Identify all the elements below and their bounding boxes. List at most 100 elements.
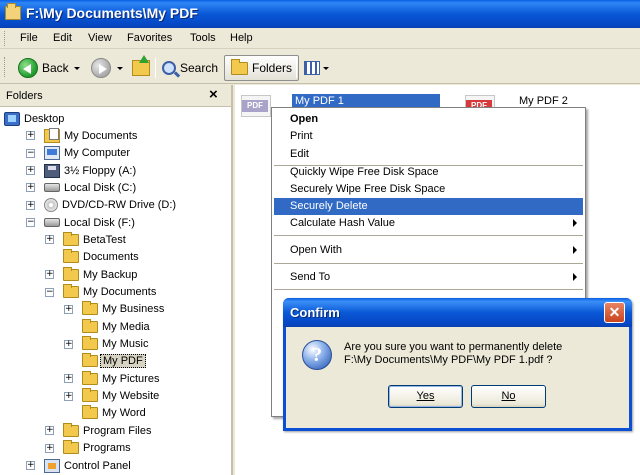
menu-view[interactable]: View	[88, 32, 112, 44]
expand-toggle[interactable]: +	[26, 461, 35, 470]
tree-item[interactable]: BetaTest	[63, 231, 126, 248]
pdf-file-icon[interactable]: PDF	[241, 95, 271, 117]
window-title: F:\My Documents\My PDF	[26, 5, 198, 21]
tree-item-label: Program Files	[83, 424, 152, 437]
tree-item-label: BetaTest	[83, 233, 126, 246]
tree-item[interactable]: Control Panel	[44, 457, 131, 474]
expand-toggle[interactable]: +	[26, 166, 35, 176]
confirm-dialog: Confirm ✕ ? Are you sure you want to per…	[283, 298, 632, 431]
expand-toggle[interactable]: +	[64, 391, 73, 401]
toolbar-grip[interactable]	[4, 31, 7, 46]
folder-icon	[63, 422, 79, 437]
menu-item-securely-delete[interactable]: Securely Delete	[274, 198, 583, 215]
chevron-down-icon[interactable]	[117, 66, 123, 70]
menu-item-open-with[interactable]: Open With	[274, 242, 583, 259]
expand-toggle[interactable]: +	[64, 374, 73, 384]
menu-item-quick-wipe[interactable]: Quickly Wipe Free Disk Space	[274, 164, 583, 181]
control-panel-icon	[44, 458, 60, 473]
chevron-down-icon[interactable]	[73, 66, 80, 70]
tree-item[interactable]: 3½ Floppy (A:)	[44, 162, 136, 179]
menu-edit[interactable]: Edit	[53, 32, 72, 44]
search-button[interactable]: Search	[162, 56, 218, 80]
menu-tools[interactable]: Tools	[190, 32, 216, 44]
forward-button[interactable]	[91, 56, 123, 80]
expand-toggle[interactable]: +	[45, 270, 54, 280]
expand-toggle[interactable]: +	[45, 426, 54, 436]
tree-item-label: My Media	[102, 320, 150, 333]
menu-item-label: Calculate Hash Value	[290, 217, 395, 229]
expand-toggle[interactable]: +	[26, 200, 35, 210]
folder-icon	[82, 388, 98, 403]
up-folder-button[interactable]	[132, 55, 150, 80]
chevron-down-icon[interactable]	[323, 66, 329, 70]
folder-icon	[231, 58, 248, 75]
tree-item[interactable]: My Word	[82, 405, 146, 422]
views-button[interactable]	[304, 56, 329, 80]
up-folder-icon	[132, 55, 150, 76]
menu-item-secure-wipe[interactable]: Securely Wipe Free Disk Space	[274, 181, 583, 198]
menu-item-label: Open With	[290, 244, 342, 256]
menu-item-send-to[interactable]: Send To	[274, 269, 583, 286]
folder-icon	[82, 336, 98, 351]
menu-item-edit[interactable]: Edit	[274, 146, 583, 163]
menu-file[interactable]: File	[20, 32, 38, 44]
file-name[interactable]: My PDF 2	[516, 94, 571, 108]
tree-item[interactable]: Desktop	[4, 110, 64, 127]
tree-item[interactable]: Local Disk (C:)	[44, 179, 136, 196]
menu-item-label: Securely Delete	[290, 200, 368, 212]
menu-item-print[interactable]: Print	[274, 128, 583, 145]
tree-item-label: My Documents	[83, 286, 157, 298]
menu-item-hash[interactable]: Calculate Hash Value	[274, 215, 583, 232]
collapse-toggle[interactable]: −	[26, 218, 35, 228]
tree-item[interactable]: Programs	[63, 440, 131, 457]
tree-item[interactable]: My Website	[82, 388, 159, 405]
close-icon[interactable]: ×	[209, 86, 218, 103]
tree-item[interactable]: Program Files	[63, 422, 151, 439]
folder-icon	[63, 440, 79, 455]
tree-item-label: My PDF	[100, 354, 146, 369]
search-icon	[162, 61, 176, 75]
tree-item-label: Programs	[83, 442, 131, 455]
submenu-arrow-icon	[573, 273, 577, 281]
tree-item[interactable]: My Music	[82, 336, 148, 353]
dialog-title-bar[interactable]: Confirm ✕	[283, 298, 632, 327]
menu-help[interactable]: Help	[230, 32, 253, 44]
expand-toggle[interactable]: +	[26, 131, 35, 141]
tree-item[interactable]: My Media	[82, 318, 150, 335]
tree-item[interactable]: My Backup	[63, 266, 137, 283]
tree-item[interactable]: My Documents	[44, 127, 137, 144]
expand-toggle[interactable]: +	[64, 304, 73, 314]
no-button[interactable]: No	[471, 385, 546, 408]
tree-item[interactable]: My Business	[82, 301, 164, 318]
tree-item-label: DVD/CD-RW Drive (D:)	[62, 199, 177, 212]
tree-item[interactable]: Local Disk (F:)	[44, 214, 135, 231]
tree-item-label: My Website	[102, 390, 160, 403]
folder-icon	[82, 405, 98, 420]
expand-toggle[interactable]: +	[45, 443, 54, 453]
tree-item[interactable]: My Pictures	[82, 370, 159, 387]
toolbar-grip[interactable]	[4, 57, 7, 77]
tree-item[interactable]: My Computer	[44, 145, 130, 162]
tree-item-label: Control Panel	[64, 459, 131, 472]
folders-button[interactable]: Folders	[224, 55, 300, 81]
back-button[interactable]: Back	[18, 56, 80, 80]
tree-item-label: Local Disk (F:)	[64, 216, 135, 229]
expand-toggle[interactable]: +	[64, 339, 73, 349]
expand-toggle[interactable]: +	[26, 183, 35, 193]
tree-item[interactable]: Documents	[63, 249, 139, 266]
collapse-toggle[interactable]: −	[45, 287, 54, 297]
menu-favorites[interactable]: Favorites	[127, 32, 172, 44]
menu-item-open[interactable]: Open	[274, 111, 583, 128]
submenu-arrow-icon	[573, 246, 577, 254]
window-title-bar[interactable]: F:\My Documents\My PDF	[0, 0, 640, 28]
tree-item[interactable]: DVD/CD-RW Drive (D:)	[44, 197, 176, 214]
yes-button[interactable]: Yes	[388, 385, 463, 408]
tree-item[interactable]: My Documents	[63, 284, 156, 301]
tree-item[interactable]: My PDF	[82, 353, 146, 370]
expand-toggle[interactable]: +	[45, 235, 54, 245]
collapse-toggle[interactable]: −	[26, 148, 35, 158]
file-name-selected[interactable]: My PDF 1	[292, 94, 440, 108]
menu-item-label: Quickly Wipe Free Disk Space	[290, 166, 439, 178]
close-button[interactable]: ✕	[604, 302, 625, 323]
folders-pane-header: Folders ×	[0, 85, 231, 107]
